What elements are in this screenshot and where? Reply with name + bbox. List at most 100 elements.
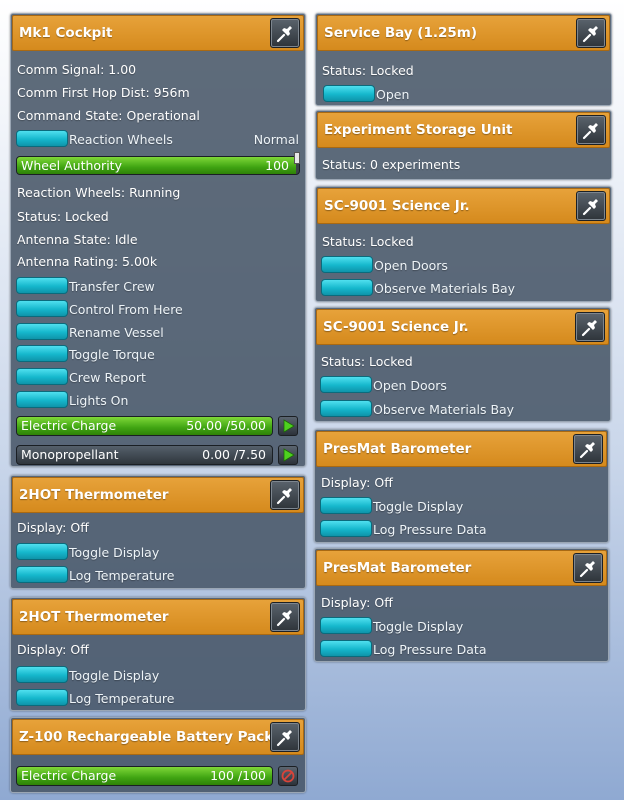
window-header[interactable]: 2HOT Thermometer	[12, 599, 304, 635]
slider-handle[interactable]	[294, 152, 300, 164]
observe-materials-bay-button[interactable]	[320, 400, 372, 417]
monopropellant-bar: Monopropellant 0.00 /7.50	[16, 445, 273, 465]
pin-button[interactable]	[576, 115, 606, 145]
pin-button[interactable]	[576, 18, 606, 48]
command-state-text: Command State: Operational	[17, 108, 200, 123]
display-status-text: Display: Off	[321, 475, 393, 490]
electric-charge-bar: Electric Charge 50.00 /50.00	[16, 416, 273, 436]
status-text: Status: 0 experiments	[322, 157, 461, 172]
experiment-storage-window: Experiment Storage Unit Status: 0 experi…	[315, 110, 612, 180]
log-pressure-label: Log Pressure Data	[373, 522, 487, 537]
window-header[interactable]: Service Bay (1.25m)	[317, 15, 610, 51]
pin-button[interactable]	[270, 480, 300, 510]
pin-button[interactable]	[270, 722, 300, 752]
open-button[interactable]	[323, 85, 375, 102]
antenna-rating-text: Antenna Rating: 5.00k	[17, 254, 158, 269]
pin-button[interactable]	[576, 191, 606, 221]
pushpin-icon	[276, 730, 292, 747]
transfer-button[interactable]	[278, 445, 298, 465]
control-from-here-label: Control From Here	[69, 302, 183, 317]
no-entry-icon	[281, 769, 295, 783]
observe-materials-bay-button[interactable]	[321, 279, 373, 296]
reaction-wheels-toggle[interactable]	[16, 130, 68, 147]
window-title: PresMat Barometer	[323, 441, 472, 457]
barometer-window: PresMat Barometer Display: Off Toggle Di…	[314, 429, 609, 543]
service-bay-window: Service Bay (1.25m) Status: Locked Open	[315, 13, 612, 106]
antenna-state-text: Antenna State: Idle	[17, 232, 138, 247]
toggle-display-label: Toggle Display	[69, 545, 160, 560]
mk1-cockpit-window: Mk1 Cockpit Comm Signal: 1.00 Comm First…	[10, 13, 306, 467]
log-pressure-button[interactable]	[320, 640, 372, 657]
toggle-display-label: Toggle Display	[373, 499, 464, 514]
window-header[interactable]: PresMat Barometer	[316, 431, 607, 467]
window-header[interactable]: 2HOT Thermometer	[12, 477, 304, 513]
status-text: Status: Locked	[17, 209, 109, 224]
toggle-display-button[interactable]	[320, 497, 372, 514]
lights-on-label: Lights On	[69, 393, 129, 408]
window-header[interactable]: Z-100 Rechargeable Battery Pack	[12, 719, 304, 755]
science-jr-window: SC-9001 Science Jr. Status: Locked Open …	[314, 307, 611, 422]
rename-vessel-button[interactable]	[16, 323, 68, 340]
window-header[interactable]: SC-9001 Science Jr.	[316, 309, 609, 345]
display-status-text: Display: Off	[17, 642, 89, 657]
pin-button[interactable]	[270, 602, 300, 632]
control-from-here-button[interactable]	[16, 300, 68, 317]
pushpin-icon	[582, 123, 598, 140]
lights-on-button[interactable]	[16, 391, 68, 408]
resource-label: Monopropellant	[21, 447, 119, 462]
electric-charge-bar: Electric Charge 100 /100	[16, 766, 273, 786]
transfer-crew-label: Transfer Crew	[69, 279, 155, 294]
window-title: SC-9001 Science Jr.	[324, 198, 470, 214]
transfer-button[interactable]	[278, 416, 298, 436]
display-status-text: Display: Off	[17, 520, 89, 535]
window-title: PresMat Barometer	[323, 560, 472, 576]
resource-label: Electric Charge	[21, 768, 117, 783]
window-header[interactable]: SC-9001 Science Jr.	[317, 188, 610, 224]
window-header[interactable]: PresMat Barometer	[316, 550, 607, 586]
window-title: 2HOT Thermometer	[19, 487, 169, 503]
window-title: Experiment Storage Unit	[324, 122, 513, 138]
crew-report-button[interactable]	[16, 368, 68, 385]
pin-button[interactable]	[270, 18, 300, 48]
open-doors-label: Open Doors	[374, 258, 448, 273]
toggle-display-label: Toggle Display	[373, 619, 464, 634]
log-temperature-button[interactable]	[16, 689, 68, 706]
pin-button[interactable]	[575, 312, 605, 342]
slider-value: 100	[265, 158, 289, 173]
thermometer-window: 2HOT Thermometer Display: Off Toggle Dis…	[10, 597, 306, 711]
pushpin-icon	[276, 26, 292, 43]
toggle-torque-label: Toggle Torque	[69, 347, 155, 362]
rename-vessel-label: Rename Vessel	[69, 325, 164, 340]
open-doors-button[interactable]	[320, 376, 372, 393]
play-arrow-icon	[283, 448, 295, 462]
reaction-wheels-label: Reaction Wheels	[69, 132, 173, 147]
toggle-torque-button[interactable]	[16, 345, 68, 362]
log-temperature-button[interactable]	[16, 566, 68, 583]
window-title: Service Bay (1.25m)	[324, 25, 478, 41]
status-text: Status: Locked	[322, 234, 414, 249]
resource-value: 0.00 /7.50	[202, 447, 266, 462]
comm-signal-text: Comm Signal: 1.00	[17, 62, 137, 77]
pin-button[interactable]	[573, 434, 603, 464]
disabled-toggle-button[interactable]	[278, 766, 298, 786]
science-jr-window: SC-9001 Science Jr. Status: Locked Open …	[315, 186, 612, 302]
window-header[interactable]: Experiment Storage Unit	[317, 112, 610, 148]
toggle-display-button[interactable]	[320, 617, 372, 634]
reaction-wheels-mode[interactable]: Normal	[254, 132, 299, 147]
toggle-display-button[interactable]	[16, 666, 68, 683]
open-doors-button[interactable]	[321, 256, 373, 273]
wheel-authority-slider[interactable]: Wheel Authority 100	[16, 156, 300, 175]
pin-button[interactable]	[573, 553, 603, 583]
log-pressure-label: Log Pressure Data	[373, 642, 487, 657]
log-pressure-button[interactable]	[320, 520, 372, 537]
pushpin-icon	[581, 320, 597, 337]
resource-label: Electric Charge	[21, 418, 117, 433]
window-title: Z-100 Rechargeable Battery Pack	[19, 729, 274, 745]
transfer-crew-button[interactable]	[16, 277, 68, 294]
window-header[interactable]: Mk1 Cockpit	[12, 15, 304, 51]
pushpin-icon	[276, 488, 292, 505]
resource-value: 50.00 /50.00	[186, 418, 266, 433]
pushpin-icon	[582, 199, 598, 216]
toggle-display-button[interactable]	[16, 543, 68, 560]
window-title: 2HOT Thermometer	[19, 609, 169, 625]
